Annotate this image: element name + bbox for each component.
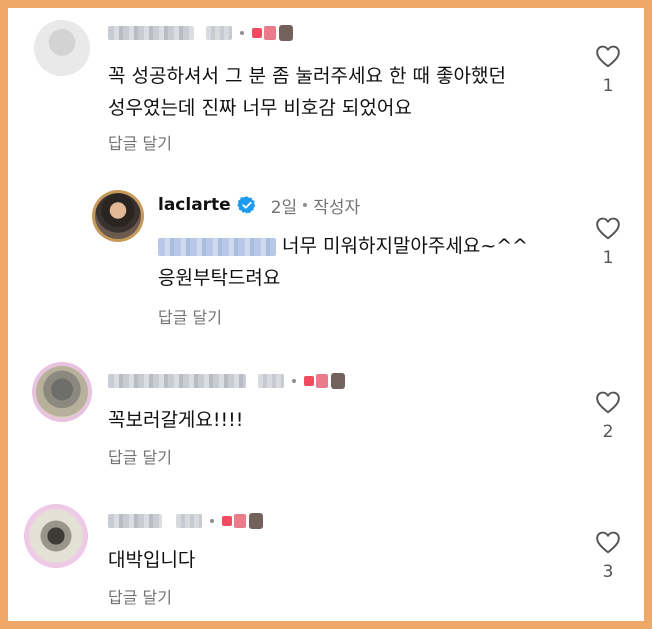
comment-text: 대박입니다 xyxy=(108,549,196,571)
separator-dot xyxy=(240,31,244,35)
comment-text: 너무 미워하지말아주세요~^^ 응원부탁드려요 xyxy=(158,235,529,289)
avatar[interactable] xyxy=(34,20,90,76)
reply-button[interactable]: 답글 달기 xyxy=(108,444,172,468)
emoji-redacted xyxy=(222,513,263,529)
avatar[interactable] xyxy=(32,362,92,422)
heart-outline-icon[interactable] xyxy=(595,44,621,68)
heart-outline-icon[interactable] xyxy=(595,390,621,414)
like-count: 2 xyxy=(602,422,614,442)
username-redacted[interactable] xyxy=(108,514,162,528)
like-count: 1 xyxy=(602,76,614,96)
username-redacted[interactable] xyxy=(108,374,246,388)
comment-header: laclarte 2일 작성자 xyxy=(158,194,361,218)
avatar[interactable] xyxy=(24,504,88,568)
emoji-redacted xyxy=(252,25,293,41)
comment-header xyxy=(108,510,263,532)
like-button[interactable]: 1 xyxy=(588,216,628,268)
separator-dot xyxy=(303,203,308,207)
heart-outline-icon[interactable] xyxy=(595,530,621,554)
separator-dot xyxy=(210,519,214,523)
username-redacted[interactable] xyxy=(108,26,194,40)
emoji-redacted xyxy=(304,373,345,389)
comment-text: 꼭 성공하셔서 그 분 좀 눌러주세요 한 때 좋아했던 성우였는데 진짜 너무… xyxy=(108,65,506,119)
mention-redacted[interactable] xyxy=(158,237,276,256)
timestamp-redacted xyxy=(176,514,202,528)
separator-dot xyxy=(292,379,296,383)
comment-header xyxy=(108,22,293,44)
username[interactable]: laclarte xyxy=(158,195,231,215)
like-button[interactable]: 1 xyxy=(588,44,628,96)
like-button[interactable]: 2 xyxy=(588,390,628,442)
reply-button[interactable]: 답글 달기 xyxy=(158,304,222,328)
heart-outline-icon[interactable] xyxy=(595,216,621,240)
like-button[interactable]: 3 xyxy=(588,530,628,582)
like-count: 1 xyxy=(602,248,614,268)
author-tag: 작성자 xyxy=(313,197,361,218)
timestamp-redacted xyxy=(206,26,232,40)
like-count: 3 xyxy=(602,562,614,582)
reply-button[interactable]: 답글 달기 xyxy=(108,130,172,154)
reply-button[interactable]: 답글 달기 xyxy=(108,584,172,608)
timestamp: 2일 xyxy=(270,197,298,218)
comment-thread: 꼭 성공하셔서 그 분 좀 눌러주세요 한 때 좋아했던 성우였는데 진짜 너무… xyxy=(8,8,644,621)
timestamp-redacted xyxy=(258,374,284,388)
verified-badge-icon xyxy=(236,196,256,214)
avatar[interactable] xyxy=(92,190,144,242)
comment-text: 꼭보러갈게요!!!! xyxy=(108,409,244,431)
comment-header xyxy=(108,370,345,392)
